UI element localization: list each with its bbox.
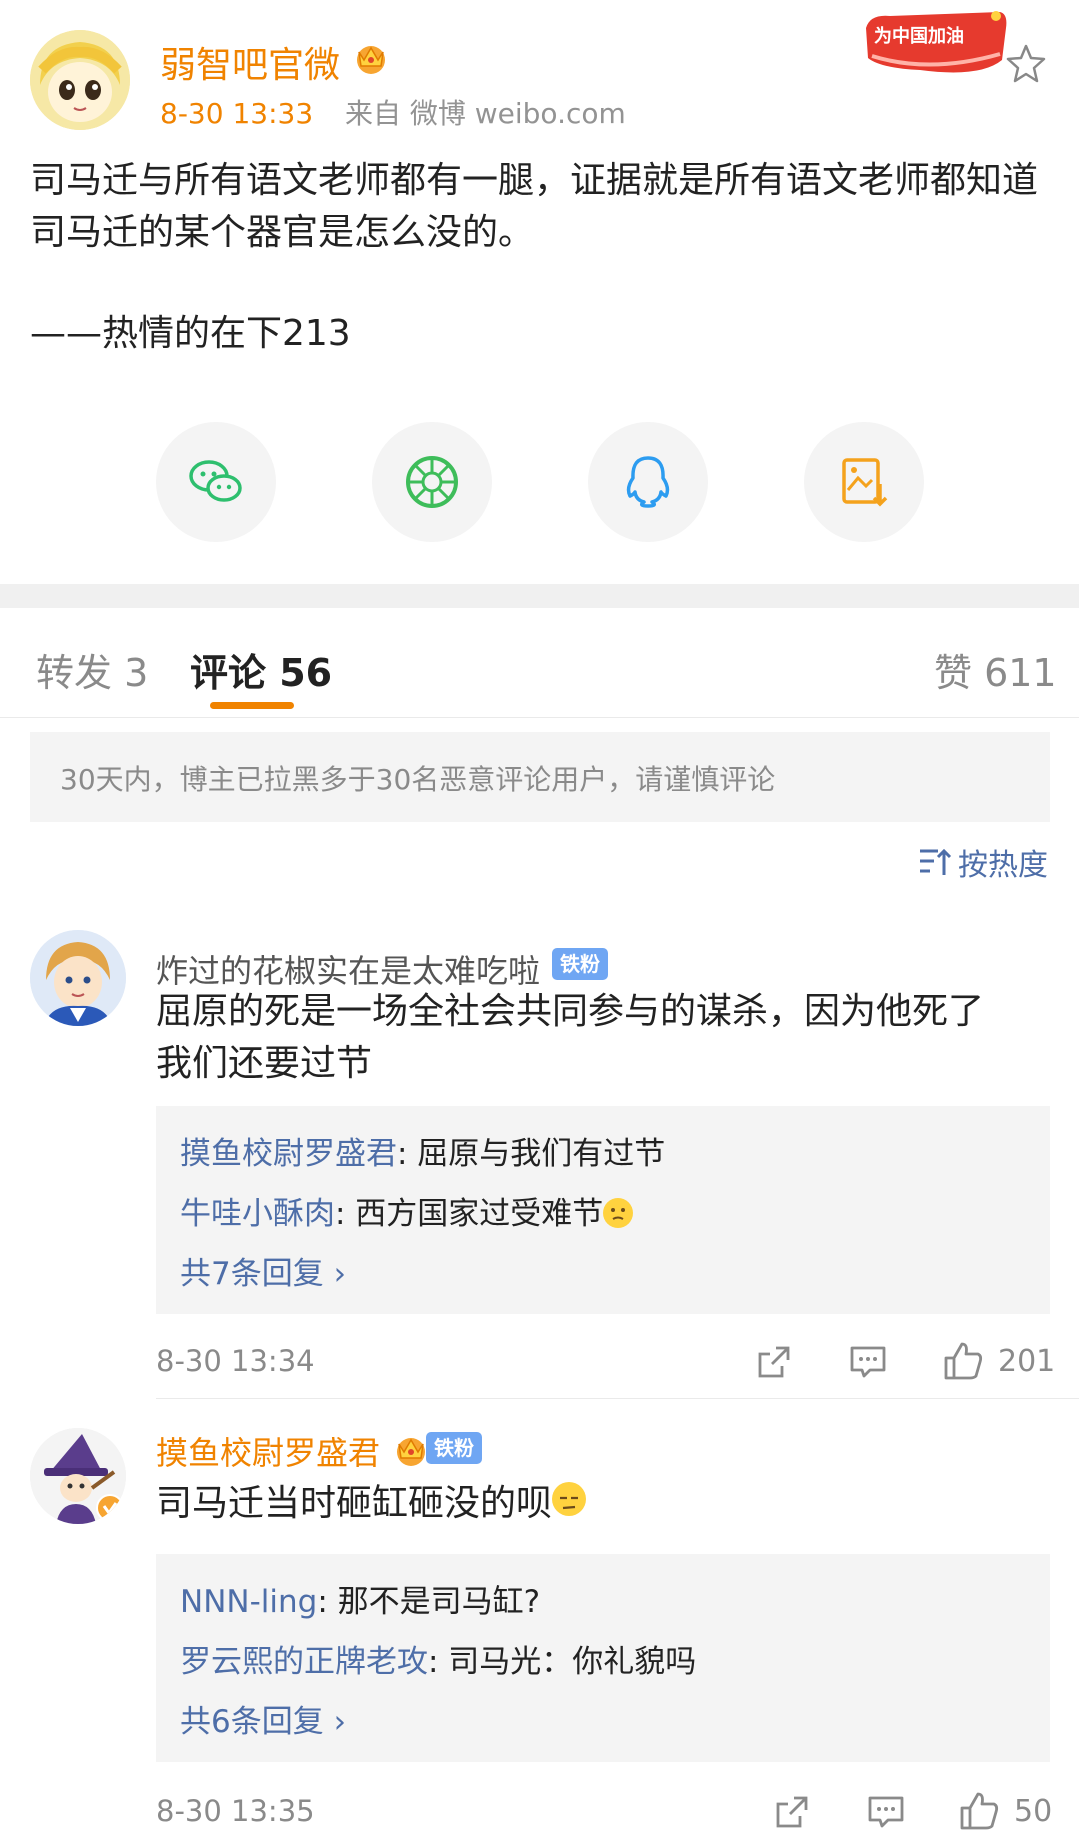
reply-user[interactable]: 牛哇小酥肉	[180, 1196, 335, 1232]
reply-item[interactable]: 牛哇小酥肉: 西方国家过受难节	[180, 1188, 634, 1233]
post-tabs: 转发 3 评论 56 赞 611	[0, 608, 1079, 718]
thinking-emoji-icon	[603, 1198, 634, 1228]
post-signature: ——热情的在下213	[30, 313, 351, 354]
qq-icon	[626, 456, 670, 508]
share-icon[interactable]	[772, 1792, 812, 1832]
comment-time: 8-30 13:34	[156, 1344, 315, 1378]
post-header: 弱智吧官微 8-30 13:33 来自 微博 weibo.com 为中国加油	[0, 0, 1079, 130]
moments-icon	[406, 456, 458, 508]
reply-item[interactable]: 罗云熙的正牌老攻: 司马光：你礼貌吗	[180, 1636, 696, 1681]
reply-user[interactable]: 罗云熙的正牌老攻	[180, 1644, 428, 1680]
post-meta: 8-30 13:33 来自 微博 weibo.com	[160, 92, 626, 132]
sort-icon	[920, 848, 952, 875]
reply-user[interactable]: NNN-ling	[180, 1584, 317, 1620]
tab-comments[interactable]: 评论 56	[190, 642, 332, 697]
save-image-icon	[842, 458, 888, 507]
comment-text-line: 我们还要过节	[156, 1043, 373, 1084]
post-time: 8-30 13:33	[160, 97, 314, 130]
reply-item[interactable]: 摸鱼校尉罗盛君: 屈原与我们有过节	[180, 1128, 665, 1173]
crown-badge-icon	[397, 1438, 425, 1466]
more-replies-link[interactable]: 共6条回复 ›	[180, 1696, 346, 1741]
comment-text-line: 屈原的死是一场全社会共同参与的谋杀，因为他死了	[156, 991, 985, 1032]
commenter-name[interactable]: 摸鱼校尉罗盛君	[156, 1428, 380, 1474]
reply-box[interactable]: 摸鱼校尉罗盛君: 屈原与我们有过节 牛哇小酥肉: 西方国家过受难节 共7条回复 …	[156, 1106, 1050, 1314]
reply-text: : 那不是司马缸?	[317, 1584, 541, 1620]
share-icon[interactable]	[754, 1342, 794, 1382]
post-body: 司马迁与所有语文老师都有一腿，证据就是所有语文老师都知道司马迁的某个器官是怎么没…	[30, 160, 1039, 253]
comment-notice: 30天内，博主已拉黑多于30名恶意评论用户，请谨慎评论	[30, 732, 1050, 822]
reply-text: : 屈原与我们有过节	[397, 1136, 666, 1172]
comment-icon[interactable]	[866, 1792, 906, 1832]
fan-badge: 铁粉	[426, 1432, 482, 1464]
reply-text: : 西方国家过受难节	[335, 1196, 604, 1232]
smirk-emoji-icon	[552, 1482, 587, 1516]
commenter-avatar[interactable]	[30, 1428, 126, 1524]
author-avatar[interactable]	[30, 30, 130, 130]
wechat-icon	[189, 460, 242, 502]
reply-user[interactable]: 摸鱼校尉罗盛君	[180, 1136, 397, 1172]
comment-time: 8-30 13:35	[156, 1794, 315, 1828]
like-count: 50	[1014, 1794, 1053, 1829]
verified-badge-icon	[96, 1494, 124, 1522]
crown-badge-icon	[357, 46, 385, 74]
share-moments-button[interactable]	[372, 422, 492, 542]
promo-badge[interactable]: 为中国加油	[860, 8, 1010, 80]
reply-box[interactable]: NNN-ling: 那不是司马缸? 罗云熙的正牌老攻: 司马光：你礼貌吗 共6条…	[156, 1554, 1050, 1762]
like-icon[interactable]	[942, 1340, 984, 1382]
commenter-avatar-image	[30, 930, 126, 1026]
like-icon[interactable]	[958, 1790, 1000, 1832]
comment-item: 摸鱼校尉罗盛君 铁粉 司马迁当时砸缸砸没的呗 NNN-ling: 那不是司马缸?…	[0, 1428, 1079, 1841]
comment-text-line: 司马迁当时砸缸砸没的呗	[156, 1483, 553, 1524]
share-qq-button[interactable]	[588, 422, 708, 542]
save-image-button[interactable]	[804, 422, 924, 542]
comment-item: 炸过的花椒实在是太难吃啦 铁粉 屈原的死是一场全社会共同参与的谋杀，因为他死了 …	[0, 930, 1079, 1400]
sort-label: 按热度	[958, 848, 1048, 883]
comment-divider	[156, 1398, 1079, 1399]
comment-icon[interactable]	[848, 1342, 888, 1382]
tab-likes[interactable]: 赞 611	[934, 642, 1057, 697]
comment-text: 屈原的死是一场全社会共同参与的谋杀，因为他死了 我们还要过节	[156, 986, 1046, 1090]
author-avatar-image	[30, 30, 130, 130]
share-row	[0, 422, 1079, 544]
section-divider	[0, 584, 1079, 608]
more-replies-link[interactable]: 共7条回复 ›	[180, 1248, 346, 1293]
reply-item[interactable]: NNN-ling: 那不是司马缸?	[180, 1576, 540, 1621]
comment-text: 司马迁当时砸缸砸没的呗	[156, 1478, 1046, 1530]
post-source: 来自 微博 weibo.com	[344, 97, 626, 130]
active-tab-indicator	[210, 702, 294, 709]
reply-text: : 司马光：你礼貌吗	[428, 1644, 697, 1680]
fan-badge: 铁粉	[552, 948, 608, 980]
author-name[interactable]: 弱智吧官微	[160, 36, 340, 88]
commenter-avatar[interactable]	[30, 930, 126, 1026]
favorite-star-icon[interactable]	[1005, 42, 1047, 84]
promo-badge-text: 为中国加油	[874, 26, 964, 47]
tab-repost[interactable]: 转发 3	[36, 642, 148, 697]
share-wechat-button[interactable]	[156, 422, 276, 542]
sort-button[interactable]: 按热度	[918, 842, 1048, 883]
like-count: 201	[998, 1344, 1056, 1379]
